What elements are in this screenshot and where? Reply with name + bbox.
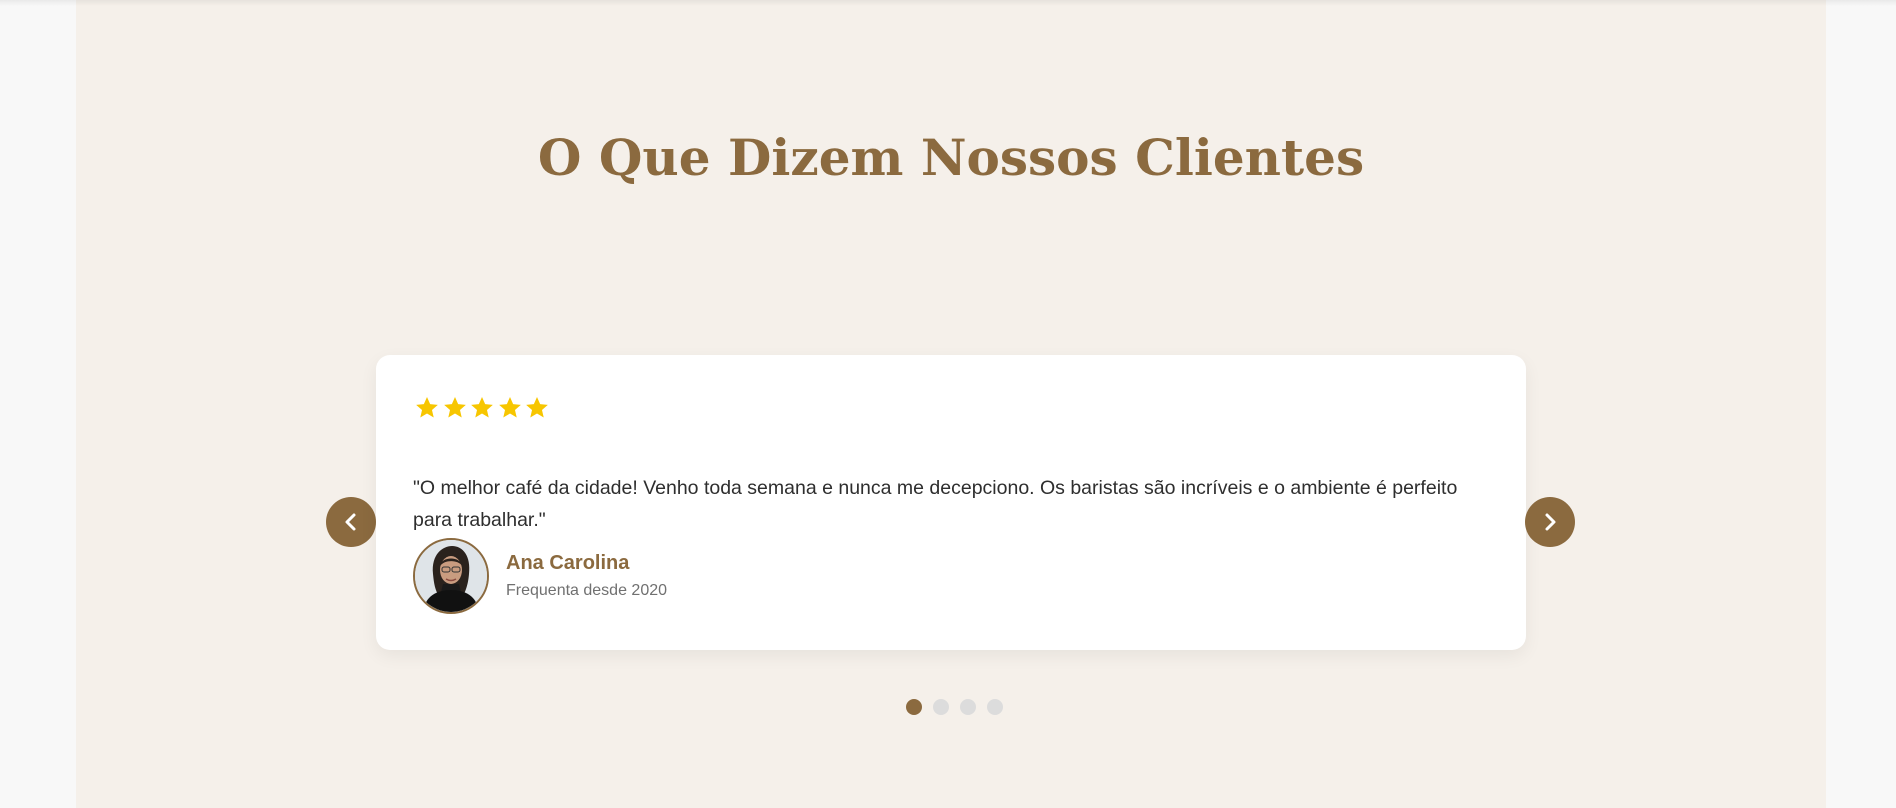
star-icon bbox=[469, 395, 495, 421]
testimonial-card: "O melhor café da cidade! Venho toda sem… bbox=[376, 355, 1526, 650]
carousel-next-button[interactable] bbox=[1525, 497, 1575, 547]
author-name: Ana Carolina bbox=[506, 552, 630, 574]
star-icon bbox=[442, 395, 468, 421]
star-icon bbox=[524, 395, 550, 421]
avatar-image bbox=[415, 540, 487, 612]
carousel-dot[interactable] bbox=[933, 699, 949, 715]
header-shadow bbox=[0, 0, 1896, 6]
chevron-left-icon bbox=[345, 513, 356, 531]
section-title: O Que Dizem Nossos Clientes bbox=[537, 128, 1365, 187]
star-icon bbox=[414, 395, 440, 421]
carousel-pagination bbox=[0, 699, 1896, 715]
star-icon bbox=[497, 395, 523, 421]
carousel-prev-button[interactable] bbox=[326, 497, 376, 547]
chevron-right-icon bbox=[1545, 513, 1556, 531]
avatar bbox=[413, 538, 489, 614]
page: O Que Dizem Nossos Clientes "O melhor ca… bbox=[0, 0, 1896, 808]
carousel-dot[interactable] bbox=[960, 699, 976, 715]
rating-stars bbox=[414, 395, 552, 421]
author-meta: Frequenta desde 2020 bbox=[506, 582, 668, 599]
testimonial-quote: "O melhor café da cidade! Venho toda sem… bbox=[413, 476, 1458, 531]
carousel-dot[interactable] bbox=[906, 699, 922, 715]
carousel-dot[interactable] bbox=[987, 699, 1003, 715]
